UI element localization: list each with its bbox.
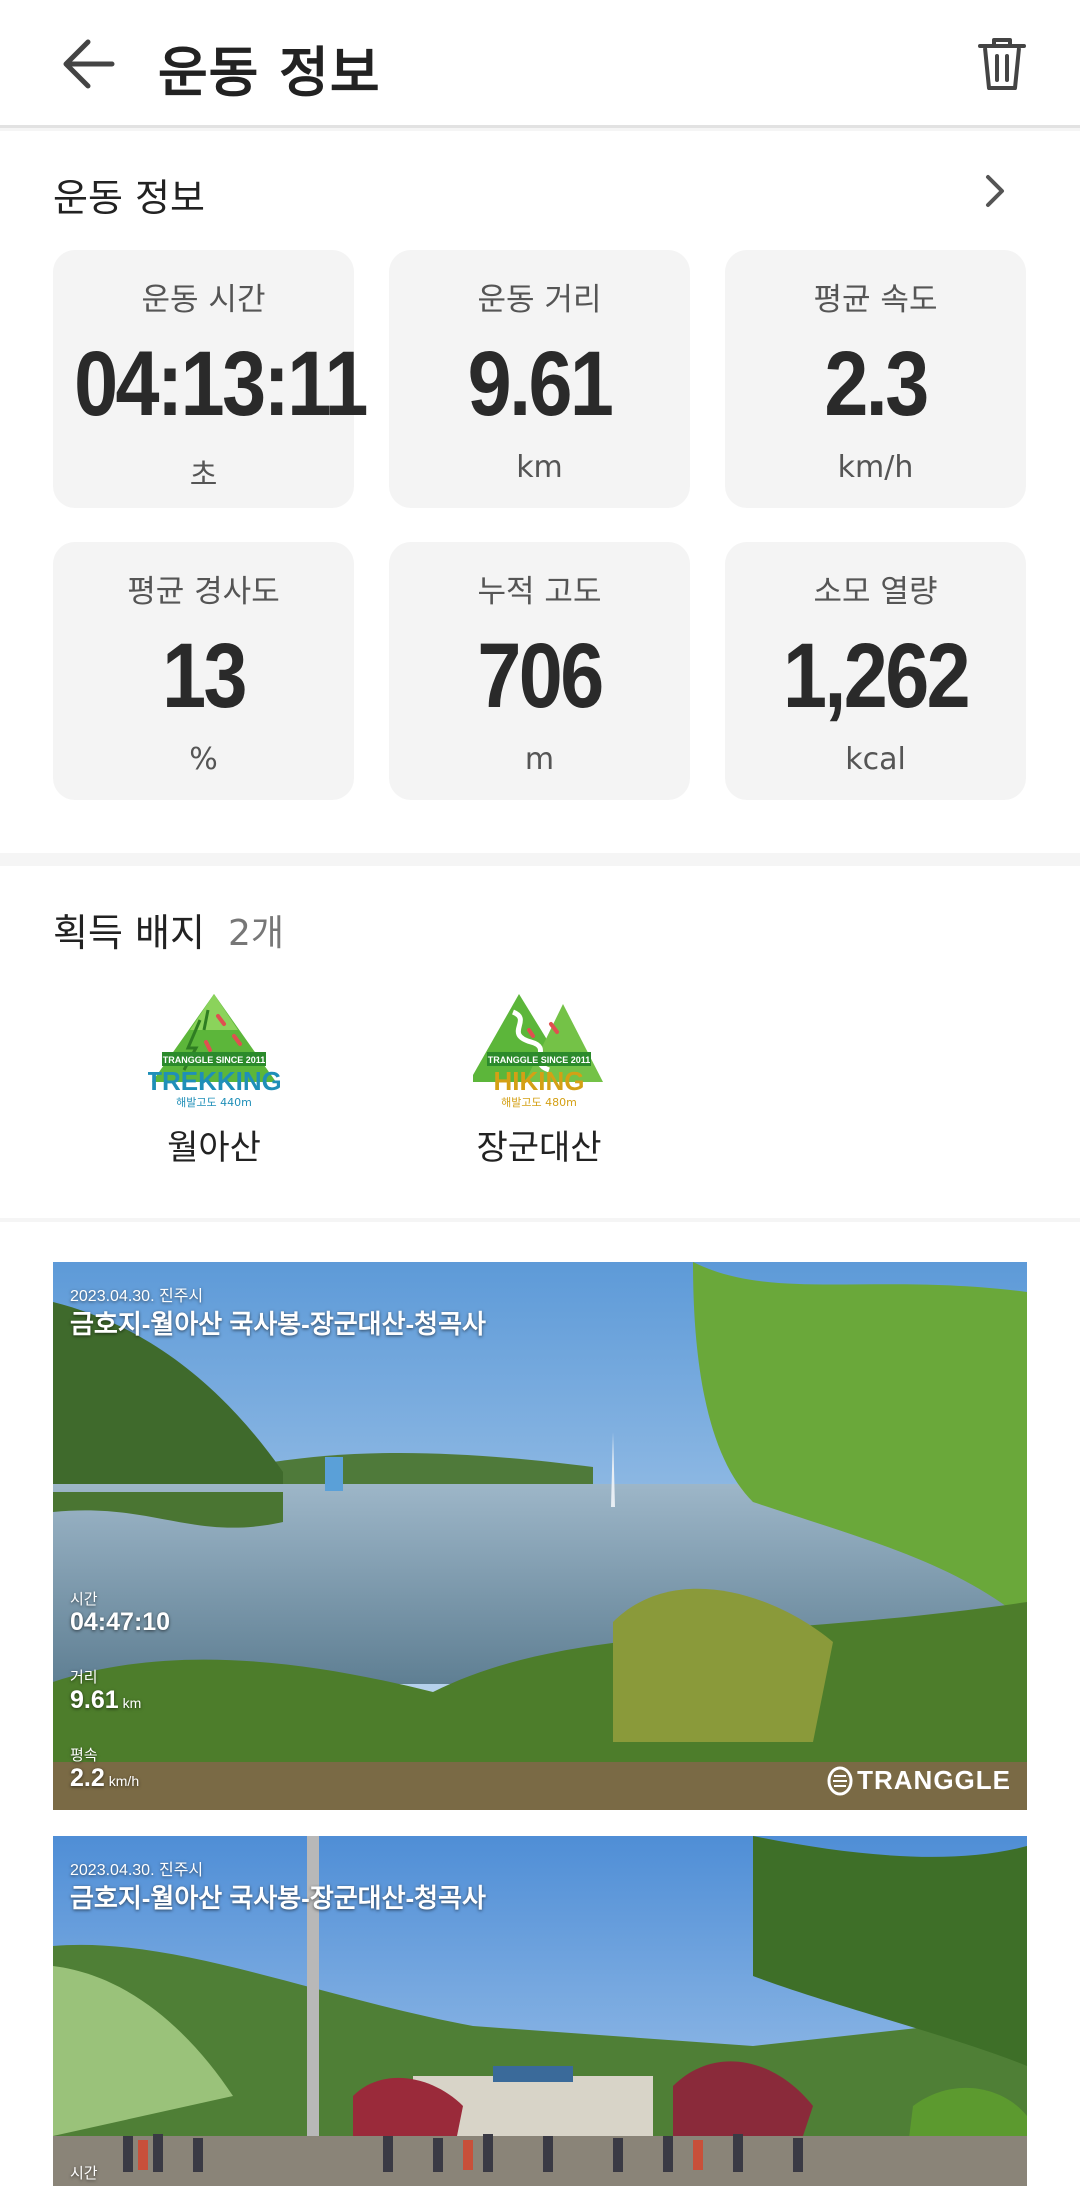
stat-label: 평균 경사도 xyxy=(127,574,280,610)
stat-value: 13 xyxy=(162,625,247,727)
photo-distance: 9.61 km xyxy=(70,1686,141,1715)
trekking-badge-icon: TRANGGLE SINCE 2011 TREKKING 해발고도 440m xyxy=(148,994,280,1109)
badge-altitude: 해발고도 440m xyxy=(176,1095,252,1109)
stat-value: 9.61 xyxy=(467,333,614,435)
photo-speed-label: 평속 xyxy=(70,1747,98,1764)
badge-banner: TRANGGLE SINCE 2011 xyxy=(488,1055,591,1065)
stat-unit: km xyxy=(516,450,563,485)
stat-card-calories: 소모 열량 1,262 kcal xyxy=(725,542,1026,800)
stat-unit: 초 xyxy=(189,458,218,493)
photo-distance-label: 거리 xyxy=(70,1669,98,1686)
stat-card-avg-slope: 평균 경사도 13 % xyxy=(53,542,354,800)
exercise-stats-section: 운동 정보 운동 시간 04:13:11 초 운동 거리 9.61 km 평균 … xyxy=(0,131,1080,853)
stat-card-duration: 운동 시간 04:13:11 초 xyxy=(53,250,368,508)
badge-count: 2개 xyxy=(228,913,285,954)
page-title: 운동 정보 xyxy=(158,41,381,104)
chevron-right-icon[interactable] xyxy=(978,171,1012,211)
stat-label: 소모 열량 xyxy=(813,574,938,610)
lake-photo-image xyxy=(53,1262,1027,1810)
photo-speed: 2.2 km/h xyxy=(70,1764,139,1793)
stat-value: 04:13:11 xyxy=(74,333,368,435)
stat-card-distance: 운동 거리 9.61 km xyxy=(389,250,690,508)
badge-name: 월아산 xyxy=(167,1128,261,1168)
photo-route: 금호지-월아산 국사봉-장군대산-청곡사 xyxy=(70,1309,486,1339)
back-arrow-icon[interactable] xyxy=(58,36,118,92)
photo-time-label: 시간 xyxy=(70,2165,98,2182)
trash-icon[interactable] xyxy=(972,34,1032,94)
hiking-badge-icon: TRANGGLE SINCE 2011 HIKING 해발고도 480m xyxy=(473,994,603,1109)
photo-time-value: 04:47:10 xyxy=(70,1608,171,1636)
shoe-print-icon xyxy=(827,1766,853,1795)
badge-type: HIKING xyxy=(494,1066,585,1096)
stats-section-title[interactable]: 운동 정보 xyxy=(53,167,205,222)
photo-speed-unit: km/h xyxy=(108,1773,140,1789)
badge-type: TREKKING xyxy=(148,1066,280,1096)
logo-text: TRANGGLE xyxy=(857,1765,1011,1795)
stat-value: 2.3 xyxy=(824,333,929,435)
tranggle-logo: TRANGGLE xyxy=(825,1765,1011,1796)
stat-unit: km/h xyxy=(837,450,914,485)
stat-unit: kcal xyxy=(845,742,906,777)
photo-date: 2023.04.30. 진주시 xyxy=(70,1862,204,1879)
badge-name: 장군대산 xyxy=(476,1128,602,1168)
photo-route: 금호지-월아산 국사봉-장군대산-청곡사 xyxy=(70,1883,486,1913)
earned-badges-section: 획득 배지 2개 TRANGGLE SINCE 2011 TREKKING 해발… xyxy=(0,866,1080,1218)
badge-item[interactable]: TRANGGLE SINCE 2011 TREKKING 해발고도 440m 월… xyxy=(114,990,314,1169)
stat-label: 평균 속도 xyxy=(813,282,938,318)
stat-unit: m xyxy=(524,742,555,777)
stat-unit: % xyxy=(189,742,218,777)
badge-altitude: 해발고도 480m xyxy=(501,1095,577,1109)
stat-label: 운동 시간 xyxy=(141,282,266,318)
stat-card-elevation-gain: 누적 고도 706 m xyxy=(389,542,690,800)
photo-distance-unit: km xyxy=(122,1695,142,1711)
stat-value: 706 xyxy=(477,625,604,727)
app-bar: 운동 정보 xyxy=(0,0,1080,128)
stat-label: 누적 고도 xyxy=(477,574,602,610)
badge-item[interactable]: TRANGGLE SINCE 2011 HIKING 해발고도 480m 장군대… xyxy=(439,990,639,1169)
photo-distance-value: 9.61 xyxy=(70,1686,119,1714)
photo-time-label: 시간 xyxy=(70,1591,98,1608)
photo-speed-value: 2.2 xyxy=(70,1764,105,1792)
photo-date: 2023.04.30. 진주시 xyxy=(70,1288,204,1305)
badges-section-title: 획득 배지 xyxy=(53,911,205,955)
photo-card-park[interactable]: 2023.04.30. 진주시 금호지-월아산 국사봉-장군대산-청곡사 시간 xyxy=(53,1836,1027,2186)
badge-banner: TRANGGLE SINCE 2011 xyxy=(163,1055,266,1065)
photo-list: 2023.04.30. 진주시 금호지-월아산 국사봉-장군대산-청곡사 시간 … xyxy=(0,1222,1080,2186)
stat-value: 1,262 xyxy=(782,625,971,727)
photo-card-lake[interactable]: 2023.04.30. 진주시 금호지-월아산 국사봉-장군대산-청곡사 시간 … xyxy=(53,1262,1027,1810)
stat-card-avg-speed: 평균 속도 2.3 km/h xyxy=(725,250,1026,508)
stat-label: 운동 거리 xyxy=(477,282,602,318)
